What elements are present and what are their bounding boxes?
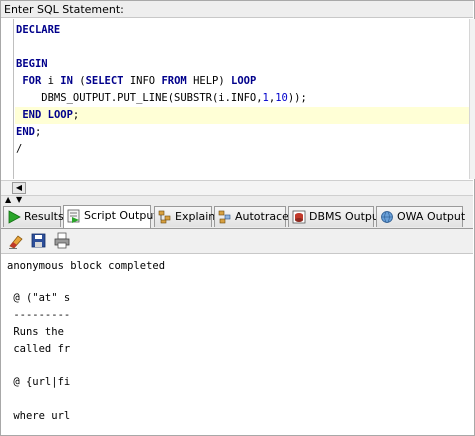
expand-down-arrow-icon[interactable]: ▼ (16, 196, 22, 204)
output-line: anonymous block completed (7, 260, 166, 272)
code-line[interactable]: END LOOP; (15, 107, 473, 124)
numeric-literal: 10 (275, 92, 288, 104)
clear-eraser-icon[interactable] (7, 232, 25, 250)
print-icon[interactable] (53, 232, 71, 250)
output-line: @ {url|fi (7, 376, 71, 388)
collapse-up-arrow-icon[interactable]: ▲ (5, 196, 11, 204)
owa-output-globe-icon (381, 211, 393, 223)
code-token: )); (287, 92, 307, 104)
code-token: HELP) (186, 75, 232, 87)
tab-dbms-output-label: DBMS Output (309, 210, 384, 223)
autotrace-icon (218, 210, 231, 224)
sql-editor[interactable]: DECLARE BEGIN FOR i IN (SELECT INFO FROM… (1, 19, 473, 179)
code-line[interactable]: FOR i IN (SELECT INFO FROM HELP) LOOP (16, 73, 473, 90)
tab-results[interactable]: Results (3, 206, 64, 227)
explain-plan-icon (158, 210, 171, 224)
code-token: ; (72, 109, 80, 121)
gutter-divider (13, 19, 14, 179)
tab-owa-output-label: OWA Output (397, 210, 466, 223)
tab-dbms-output[interactable]: DBMS Output (288, 206, 383, 227)
sql-keyword: FROM (161, 75, 187, 87)
output-line: @ ("at" s (7, 292, 71, 304)
editor-horizontal-scrollbar[interactable]: ◀ (1, 180, 473, 196)
output-line: --------- (7, 309, 71, 321)
code-token: DBMS_OUTPUT.PUT_LINE(SUBSTR(i.INFO, (16, 92, 263, 104)
editor-gutter (1, 19, 12, 179)
script-output-area[interactable]: anonymous block completed @ ("at" s ----… (1, 254, 473, 435)
script-output-icon (67, 209, 80, 223)
tab-script-output[interactable]: Script Output (63, 205, 158, 228)
output-toolbar (1, 229, 473, 254)
tab-owa-output[interactable]: OWA Output (376, 206, 466, 227)
sql-keyword: END (22, 109, 42, 121)
code-line[interactable]: DBMS_OUTPUT.PUT_LINE(SUBSTR(i.INFO,1,10)… (16, 90, 473, 107)
sql-keyword: FOR (22, 75, 42, 87)
sql-keyword: SELECT (85, 75, 124, 87)
code-line[interactable]: END; (16, 124, 473, 141)
code-line[interactable] (16, 39, 473, 56)
code-line[interactable]: / (16, 141, 473, 158)
sql-keyword: LOOP (47, 109, 73, 121)
code-line[interactable]: BEGIN (16, 56, 473, 73)
output-line: called fr (7, 343, 71, 355)
code-token: INFO (123, 75, 162, 87)
dbms-output-icon (292, 210, 306, 224)
output-tab-bar: Results Script Output Explain Autotrace (1, 203, 473, 229)
code-token: ( (72, 75, 86, 87)
save-disk-icon[interactable] (30, 232, 48, 250)
sql-keyword: END (16, 126, 35, 138)
sql-keyword: LOOP (231, 75, 257, 87)
output-line: Runs the (7, 326, 64, 338)
run-results-icon (8, 210, 21, 224)
sql-keyword: BEGIN (16, 58, 48, 70)
sql-statement-label: Enter SQL Statement: (1, 1, 473, 18)
pane-splitter[interactable]: ▲ ▼ (1, 196, 473, 204)
tab-explain-label: Explain (175, 210, 216, 223)
sql-keyword: DECLARE (16, 24, 61, 36)
code-line[interactable]: DECLARE (16, 22, 473, 39)
scroll-left-arrow-icon[interactable]: ◀ (12, 182, 26, 194)
tab-autotrace-label: Autotrace (235, 210, 289, 223)
code-area[interactable]: DECLARE BEGIN FOR i IN (SELECT INFO FROM… (15, 22, 473, 158)
tab-script-output-label: Script Output (84, 209, 158, 222)
tab-autotrace[interactable]: Autotrace (214, 206, 289, 227)
code-token: i (41, 75, 61, 87)
code-token: ; (34, 126, 42, 138)
sql-keyword: IN (60, 75, 73, 87)
output-line: where url (7, 410, 71, 422)
tab-results-label: Results (24, 210, 64, 223)
editor-vertical-scroll-edge[interactable] (469, 19, 475, 179)
code-token: / (16, 143, 23, 155)
tab-explain[interactable]: Explain (154, 206, 216, 227)
